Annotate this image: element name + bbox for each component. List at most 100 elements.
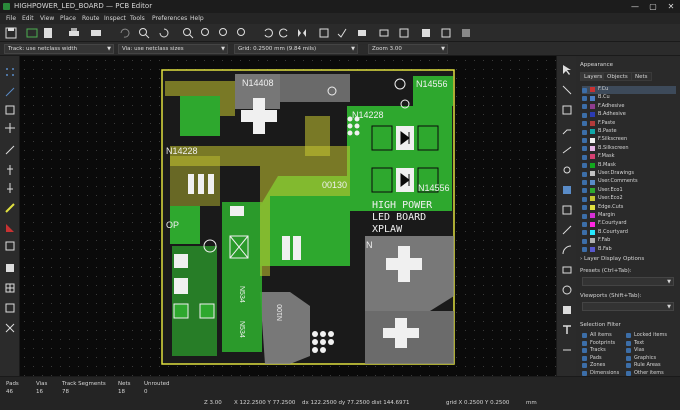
rotate-cw-icon[interactable] [278, 27, 290, 39]
layer-color-swatch[interactable] [590, 87, 595, 93]
page-settings-icon[interactable] [42, 27, 54, 39]
plot-icon[interactable] [90, 27, 102, 39]
zoom-fit-icon[interactable] [182, 27, 194, 39]
layer-row-b-cu[interactable]: B.Cu [582, 94, 676, 102]
layer-color-swatch[interactable] [590, 246, 595, 252]
track-width-select[interactable]: Track: use netclass width ▼ [4, 44, 114, 54]
save-icon[interactable] [5, 27, 17, 39]
tab-nets[interactable]: Nets [631, 72, 652, 81]
fill-zones-icon[interactable] [460, 27, 472, 39]
layer-color-swatch[interactable] [590, 95, 595, 101]
layer-row-b-mask[interactable]: B.Mask [582, 162, 676, 170]
visibility-icon[interactable] [582, 146, 587, 152]
layer-color-swatch[interactable] [590, 154, 595, 160]
visibility-icon[interactable] [582, 213, 587, 219]
visibility-icon[interactable] [582, 171, 587, 177]
layer-row-b-silkscreen[interactable]: B.Silkscreen [582, 145, 676, 153]
zoom-select[interactable]: Zoom 3.00 ▼ [368, 44, 448, 54]
layer-row-f-fab[interactable]: F.Fab [582, 237, 676, 245]
menu-edit[interactable]: Edit [22, 13, 34, 24]
update-pcb-icon[interactable] [398, 27, 410, 39]
board-icon[interactable] [4, 282, 16, 294]
polar-coords-icon[interactable] [4, 86, 16, 98]
layer-color-swatch[interactable] [590, 104, 595, 110]
grid-toggle-icon[interactable] [4, 66, 16, 78]
menu-file[interactable]: File [6, 13, 16, 24]
diode-pad-3[interactable] [371, 167, 393, 193]
visibility-icon[interactable] [582, 137, 587, 143]
zoom-selection-icon[interactable] [236, 27, 248, 39]
visibility-icon[interactable] [582, 188, 587, 194]
close-button[interactable]: ✕ [662, 0, 680, 13]
visibility-icon[interactable] [582, 247, 587, 253]
presets-select[interactable]: ▼ [582, 277, 674, 286]
layer-color-swatch[interactable] [590, 188, 595, 194]
units-icon[interactable] [4, 104, 16, 116]
visibility-icon[interactable] [582, 87, 587, 93]
layer-row-edge-cuts[interactable]: Edge.Cuts [582, 204, 676, 212]
checkbox[interactable] [582, 370, 587, 376]
layer-color-swatch[interactable] [590, 112, 595, 118]
undo-icon[interactable] [118, 27, 130, 39]
checkbox[interactable] [626, 370, 631, 376]
visibility-icon[interactable] [582, 121, 587, 127]
menu-place[interactable]: Place [60, 13, 76, 24]
pad-square-2[interactable] [174, 278, 188, 294]
vias-outline-icon[interactable] [4, 182, 16, 194]
layer-row-f-cu[interactable]: F.Cu [582, 86, 676, 94]
pad-left-2[interactable] [198, 174, 204, 194]
layer-row-b-fab[interactable]: B.Fab [582, 246, 676, 254]
visibility-icon[interactable] [582, 104, 587, 110]
layer-row-user-comments[interactable]: User.Comments [582, 178, 676, 186]
add-text-icon[interactable] [561, 324, 573, 336]
pad-center-2[interactable] [293, 236, 301, 260]
add-footprint-icon[interactable] [561, 104, 573, 116]
pads-outline-icon[interactable] [4, 164, 16, 176]
layer-display-options[interactable]: › Layer Display Options [580, 256, 644, 262]
redraw-icon[interactable] [158, 27, 170, 39]
checkbox[interactable] [626, 363, 631, 368]
menu-route[interactable]: Route [82, 13, 99, 24]
net-inspector-icon[interactable] [4, 302, 16, 314]
mirror-icon[interactable] [296, 27, 308, 39]
layer-row-f-paste[interactable]: F.Paste [582, 120, 676, 128]
layer-color-swatch[interactable] [590, 230, 595, 236]
visibility-icon[interactable] [582, 205, 587, 211]
visibility-icon[interactable] [582, 129, 587, 135]
scripting-icon[interactable] [440, 27, 452, 39]
draw-arc-icon[interactable] [561, 244, 573, 256]
visibility-icon[interactable] [582, 221, 587, 227]
layer-row-margin[interactable]: Margin [582, 212, 676, 220]
layers-manager-icon[interactable] [4, 262, 16, 274]
visibility-icon[interactable] [582, 179, 587, 185]
select-tool-icon[interactable] [561, 64, 573, 76]
layer-row-f-adhesive[interactable]: F.Adhesive [582, 103, 676, 111]
layer-color-swatch[interactable] [590, 129, 595, 135]
zoom-out-icon[interactable] [200, 27, 212, 39]
layer-row-f-mask[interactable]: F.Mask [582, 153, 676, 161]
menu-help[interactable]: Help [190, 13, 204, 24]
layer-color-swatch[interactable] [590, 238, 595, 244]
pad-square-1[interactable] [174, 254, 188, 268]
layer-color-swatch[interactable] [590, 213, 595, 219]
visibility-icon[interactable] [582, 230, 587, 236]
print-icon[interactable] [68, 27, 80, 39]
draw-circle-icon[interactable] [561, 284, 573, 296]
draw-line-icon[interactable] [561, 224, 573, 236]
ratsnest-icon[interactable] [4, 144, 16, 156]
layer-color-swatch[interactable] [590, 221, 595, 227]
visibility-icon[interactable] [582, 238, 587, 244]
netlist-icon[interactable] [318, 27, 330, 39]
checkbox[interactable] [582, 355, 587, 361]
layer-color-swatch[interactable] [590, 196, 595, 202]
layer-color-swatch[interactable] [590, 146, 595, 152]
visibility-icon[interactable] [582, 163, 587, 169]
route-diff-pair-icon[interactable] [561, 144, 573, 156]
rotate-ccw-icon[interactable] [262, 27, 274, 39]
pad-center-1[interactable] [282, 236, 290, 260]
layer-color-swatch[interactable] [590, 120, 595, 126]
viewports-select[interactable]: ▼ [582, 302, 674, 311]
add-rule-area-icon[interactable] [561, 204, 573, 216]
diode-pad-1[interactable] [371, 125, 393, 151]
3d-view-icon[interactable] [4, 322, 16, 334]
